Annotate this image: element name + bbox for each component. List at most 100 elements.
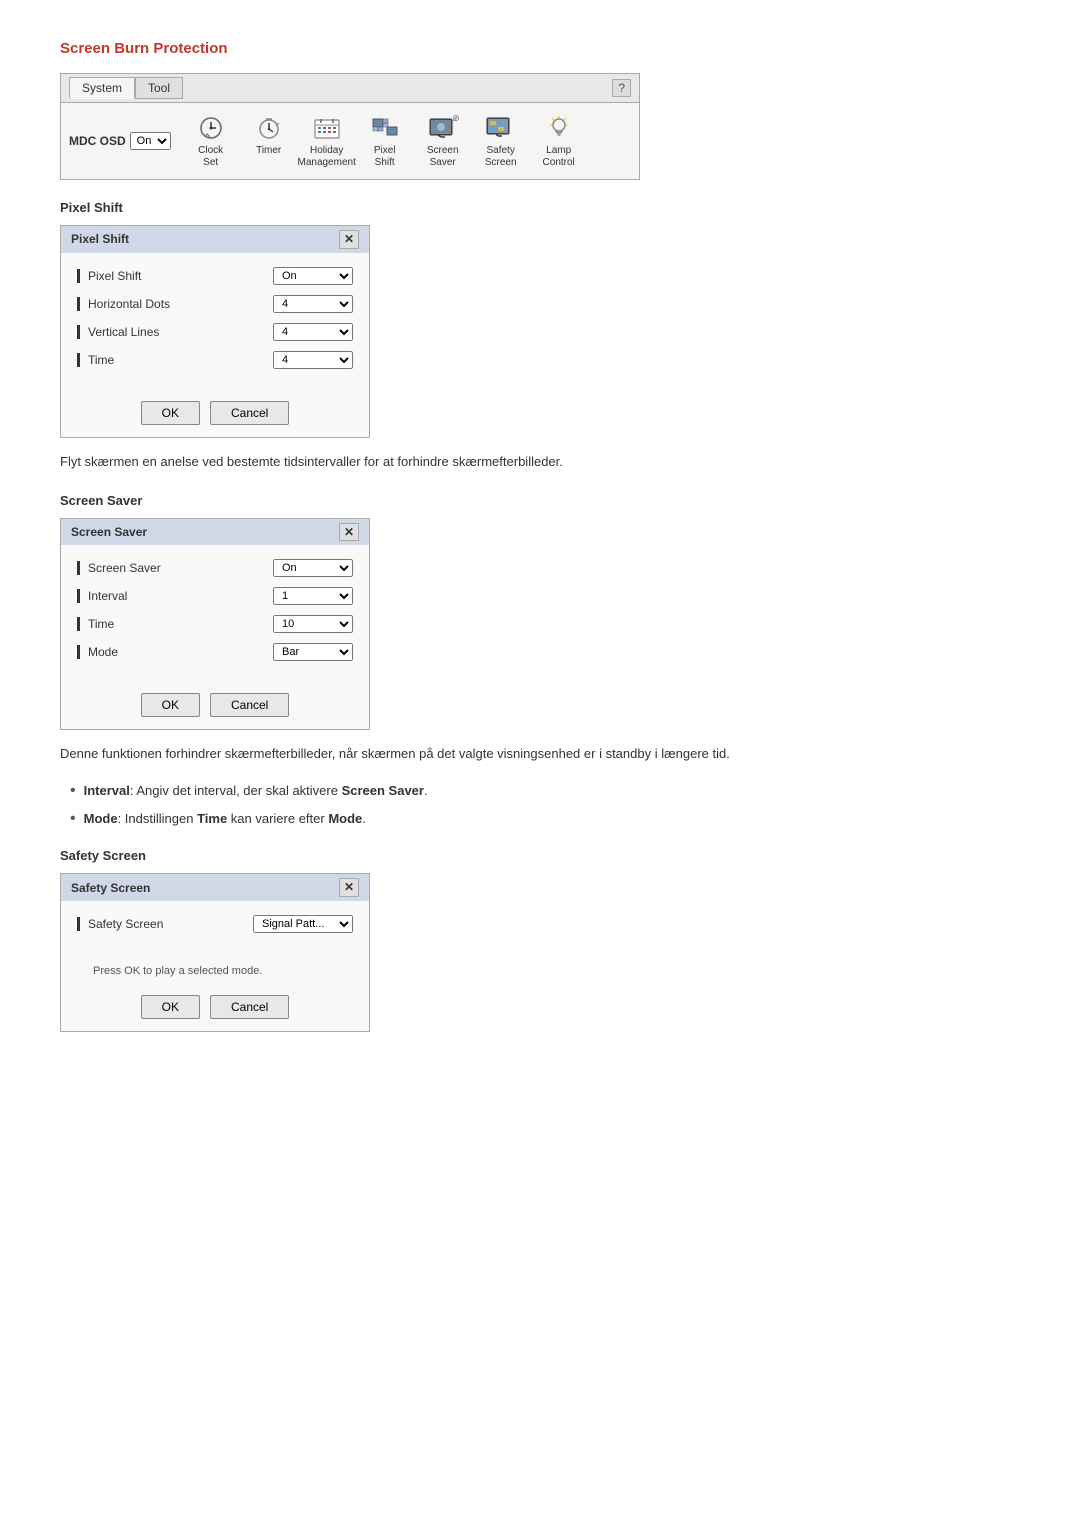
pixel-shift-select-3[interactable]: 4123 [273,351,353,369]
safety-screen-ok-button[interactable]: OK [141,995,200,1019]
safety-screen-dialog-body: Safety Screen Signal Patt... All White S… [61,901,369,957]
clock-icon [193,113,229,143]
interval-term: Interval [84,783,130,798]
screen-saver-ref: Screen Saver [342,783,424,798]
screen-saver-select-2[interactable]: 10515 [273,615,353,633]
toolbar-tabs: System Tool [69,77,183,99]
screen-saver-dialog-title: Screen Saver [71,525,147,539]
toolbar-body: MDC OSD On Off ClockSet [61,103,639,179]
pixel-shift-dialog-header: Pixel Shift ✕ [61,226,369,253]
holiday-icon [309,113,345,143]
screen-saver-select-3[interactable]: BarFade [273,643,353,661]
safety-screen-dialog-buttons: OK Cancel [61,987,369,1031]
pixel-shift-row-3: Time 4123 [77,351,353,369]
screen-saver-label-2: Time [77,617,114,631]
tab-system[interactable]: System [69,77,135,99]
toolbar-top: System Tool ? [61,74,639,103]
pixel-shift-icon [367,113,403,143]
ss-row-indicator-0 [77,561,80,575]
pixel-shift-label-2: Vertical Lines [77,325,159,339]
screen-saver-select-1[interactable]: 123 [273,587,353,605]
bullet-dot-0: • [70,781,76,800]
toolbar-item-screen-saver[interactable]: ScreenSaver [415,109,471,173]
safety-screen-row-0: Safety Screen Signal Patt... All White S… [77,915,353,933]
mode-ref: Mode [328,811,362,826]
safety-screen-note-area: Press OK to play a selected mode. [61,957,369,987]
lamp-control-label: LampControl [543,145,575,169]
screen-saver-dialog-body: Screen Saver OnOff Interval 123 Time 105… [61,545,369,685]
row-indicator-1 [77,297,80,311]
screen-saver-row-0: Screen Saver OnOff [77,559,353,577]
screen-saver-select-0[interactable]: OnOff [273,559,353,577]
safety-screen-dialog-title: Safety Screen [71,881,150,895]
safety-screen-select-0[interactable]: Signal Patt... All White Scroll [253,915,353,933]
pixel-shift-select-2[interactable]: 4123 [273,323,353,341]
lamp-control-icon [541,113,577,143]
ss-row-indicator-1 [77,589,80,603]
screen-saver-label-0: Screen Saver [77,561,161,575]
pixel-shift-select-1[interactable]: 4123 [273,295,353,313]
pixel-shift-section-title: Pixel Shift [60,200,1020,215]
screen-saver-row-1: Interval 123 [77,587,353,605]
toolbar-item-holiday-management[interactable]: HolidayManagement [299,109,355,173]
toolbar-item-safety-screen[interactable]: SafetyScreen [473,109,529,173]
bullet-text-mode: Mode: Indstillingen Time kan variere eft… [84,809,366,829]
pixel-shift-close-button[interactable]: ✕ [339,230,359,249]
safety-screen-close-button[interactable]: ✕ [339,878,359,897]
page-title: Screen Burn Protection [60,40,1020,57]
pixel-shift-label-3: Time [77,353,114,367]
screen-saver-label: ScreenSaver [427,145,459,169]
mdc-osd-select[interactable]: On Off [130,132,171,150]
safety-screen-dialog: Safety Screen ✕ Safety Screen Signal Pat… [60,873,370,1032]
toolbar: System Tool ? MDC OSD On Off [60,73,640,180]
toolbar-item-timer[interactable]: Timer [241,109,297,173]
mode-term: Mode [84,811,118,826]
safety-screen-label-0: Safety Screen [77,917,163,931]
pixel-shift-ok-button[interactable]: OK [141,401,200,425]
screen-saver-dialog-header: Screen Saver ✕ [61,519,369,546]
screen-saver-label-1: Interval [77,589,127,603]
screen-saver-section-title: Screen Saver [60,493,1020,508]
screen-saver-icon [425,113,461,143]
description-2: Denne funktionen forhindrer skærmefterbi… [60,744,1020,765]
bullet-item-interval: • Interval: Angiv det interval, der skal… [70,781,1020,801]
pixel-shift-dialog-body: Pixel Shift OnOff Horizontal Dots 4123 V… [61,253,369,393]
safety-screen-dialog-header: Safety Screen ✕ [61,874,369,901]
tab-tool[interactable]: Tool [135,77,183,99]
screen-saver-row-3: Mode BarFade [77,643,353,661]
description-1: Flyt skærmen en anelse ved bestemte tids… [60,452,1020,473]
mdc-osd-control: MDC OSD On Off [69,132,171,150]
safety-screen-section-title: Safety Screen [60,848,1020,863]
toolbar-item-pixel-shift[interactable]: PixelShift [357,109,413,173]
pixel-shift-row-0: Pixel Shift OnOff [77,267,353,285]
pixel-shift-label: PixelShift [374,145,396,169]
sfty-row-indicator-0 [77,917,80,931]
help-button[interactable]: ? [612,79,631,97]
time-ref: Time [197,811,227,826]
row-indicator-0 [77,269,80,283]
row-indicator-2 [77,325,80,339]
ss-row-indicator-2 [77,617,80,631]
bullet-dot-1: • [70,809,76,828]
pixel-shift-cancel-button[interactable]: Cancel [210,401,289,425]
pixel-shift-dialog: Pixel Shift ✕ Pixel Shift OnOff Horizont… [60,225,370,438]
pixel-shift-row-2: Vertical Lines 4123 [77,323,353,341]
mdc-osd-label: MDC OSD [69,134,126,148]
pixel-shift-row-1: Horizontal Dots 4123 [77,295,353,313]
toolbar-item-lamp-control[interactable]: LampControl [531,109,587,173]
screen-saver-dialog-buttons: OK Cancel [61,685,369,729]
toolbar-item-clock-set[interactable]: ClockSet [183,109,239,173]
timer-label: Timer [256,145,281,157]
bullet-item-mode: • Mode: Indstillingen Time kan variere e… [70,809,1020,829]
screen-saver-close-button[interactable]: ✕ [339,523,359,542]
safety-screen-note: Press OK to play a selected mode. [77,965,353,977]
safety-screen-cancel-button[interactable]: Cancel [210,995,289,1019]
screen-saver-dialog: Screen Saver ✕ Screen Saver OnOff Interv… [60,518,370,731]
pixel-shift-label-1: Horizontal Dots [77,297,170,311]
timer-icon [251,113,287,143]
pixel-shift-select-0[interactable]: OnOff [273,267,353,285]
screen-saver-ok-button[interactable]: OK [141,693,200,717]
ss-row-indicator-3 [77,645,80,659]
screen-saver-cancel-button[interactable]: Cancel [210,693,289,717]
safety-screen-label: SafetyScreen [485,145,517,169]
